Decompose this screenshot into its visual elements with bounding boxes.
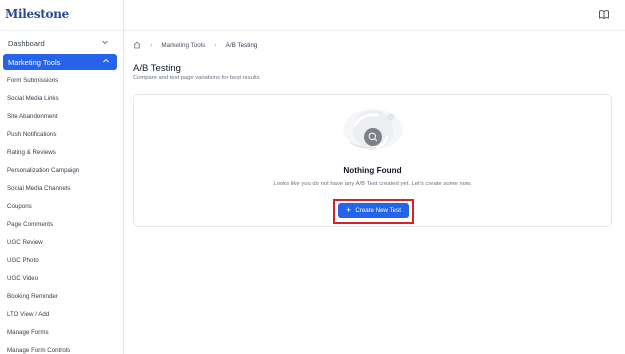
- sidebar-item-page-comments[interactable]: Page Comments: [0, 216, 123, 234]
- create-new-test-button[interactable]: + Create New Test: [338, 203, 409, 218]
- sidebar: Milestone Dashboard Marketing Tools Form…: [0, 0, 124, 354]
- sidebar-item-social-media-channels[interactable]: Social Media Channels: [0, 180, 123, 198]
- empty-state-message: Looks like you do not have any A/B Test …: [273, 181, 472, 187]
- plus-icon: +: [346, 205, 352, 215]
- sidebar-item-form-submissions[interactable]: Form Submissions: [0, 72, 123, 90]
- sidebar-item-ugc-photo[interactable]: UGC Photo: [0, 252, 123, 270]
- create-new-test-label: Create New Test: [355, 207, 401, 214]
- breadcrumb-separator: ›: [150, 41, 153, 49]
- top-bar: [124, 0, 625, 31]
- empty-state-card: Nothing Found Looks like you do not have…: [133, 94, 612, 227]
- sidebar-item-site-abandonment[interactable]: Site Abandonment: [0, 108, 123, 126]
- logo[interactable]: Milestone: [5, 7, 69, 21]
- sidebar-item-personalization-campaign[interactable]: Personalization Campaign: [0, 162, 123, 180]
- sidebar-item-social-media-links[interactable]: Social Media Links: [0, 90, 123, 108]
- chevron-up-icon: [103, 58, 109, 63]
- sidebar-item-label: Dashboard: [8, 38, 45, 48]
- divider: [0, 30, 123, 31]
- sidebar-item-manage-form-controls[interactable]: Manage Form Controls: [0, 342, 123, 354]
- breadcrumb: › Marketing Tools › A/B Testing: [133, 40, 257, 50]
- sidebar-item-ugc-review[interactable]: UGC Review: [0, 234, 123, 252]
- home-icon[interactable]: [133, 41, 141, 49]
- sidebar-item-dashboard[interactable]: Dashboard: [0, 35, 123, 51]
- page-title: A/B Testing: [133, 63, 181, 74]
- sidebar-item-marketing-tools[interactable]: Marketing Tools: [3, 54, 117, 70]
- sidebar-item-label: Marketing Tools: [8, 57, 61, 67]
- sidebar-item-booking-reminder[interactable]: Booking Reminder: [0, 288, 123, 306]
- sidebar-item-manage-forms[interactable]: Manage Forms: [0, 324, 123, 342]
- sidebar-item-coupons[interactable]: Coupons: [0, 198, 123, 216]
- breadcrumb-separator: ›: [214, 41, 217, 49]
- book-icon[interactable]: [599, 10, 609, 19]
- marketing-tools-submenu: Form Submissions Social Media Links Site…: [0, 72, 123, 354]
- sidebar-item-lto-view-add[interactable]: LTO View / Add: [0, 306, 123, 324]
- empty-state-title: Nothing Found: [343, 166, 402, 175]
- chevron-down-icon: [102, 40, 108, 45]
- sidebar-item-rating-reviews[interactable]: Rating & Reviews: [0, 144, 123, 162]
- breadcrumb-item-marketing-tools[interactable]: Marketing Tools: [161, 42, 205, 49]
- sidebar-item-ugc-video[interactable]: UGC Video: [0, 270, 123, 288]
- page-subtitle: Compare and test page variations for bes…: [133, 75, 260, 81]
- search-empty-illustration-icon: [343, 109, 403, 150]
- sidebar-item-push-notifications[interactable]: Push Notifications: [0, 126, 123, 144]
- breadcrumb-item-current: A/B Testing: [225, 41, 258, 49]
